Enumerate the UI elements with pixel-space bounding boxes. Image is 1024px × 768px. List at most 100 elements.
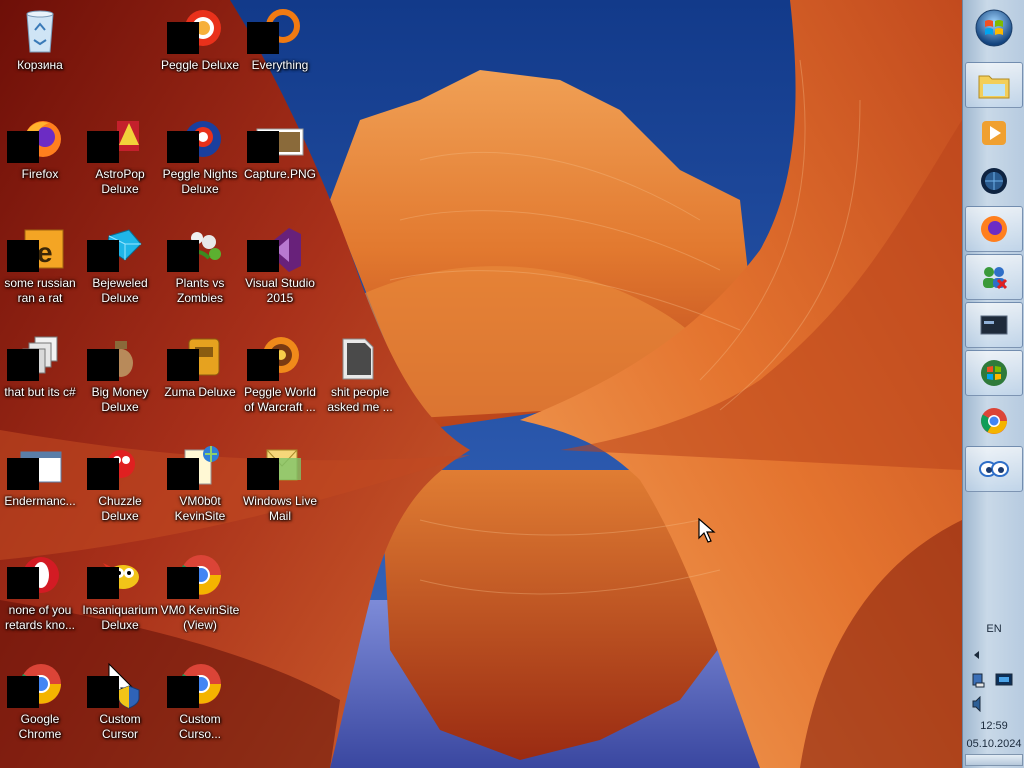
desktop-icon[interactable]: VM0 KevinSite (View) [160,545,240,651]
chuzzle-icon [87,442,145,492]
network-icon[interactable] [971,672,987,688]
desktop-icon[interactable]: Plants vs Zombies [160,218,240,324]
chrome-icon [979,406,1009,436]
desktop-icon[interactable]: Endermanc... [0,436,80,542]
window-icon [7,442,65,492]
desktop-icon[interactable]: Insaniquarium Deluxe [80,545,160,651]
redaction-box [167,22,199,54]
desktop-icon[interactable]: Peggle Deluxe [160,0,240,106]
desktop-icon-label: Plants vs Zombies [175,276,225,305]
desktop-icon[interactable]: Chuzzle Deluxe [80,436,160,542]
desktop-icon[interactable]: Visual Studio 2015 [240,218,320,324]
desktop-icon[interactable]: Windows Live Mail [240,436,320,542]
redaction-box [247,349,279,381]
desktop-icon[interactable]: Корзина [0,0,80,106]
peggle-wow-icon [247,333,305,383]
globe-icon [979,166,1009,196]
desktop-icon-label: Capture.PNG [243,167,317,181]
redaction-box [87,131,119,163]
desktop-icon-label: shit people asked me ... [327,385,393,414]
redaction-box [167,349,199,381]
desktop-icon[interactable]: Peggle World of Warcraft ... [240,327,320,433]
media-player-icon [979,118,1009,148]
zuma-icon [167,333,225,383]
insaniquarium-icon [87,551,145,601]
chrome-icon [7,660,65,710]
eyes-icon [978,457,1010,481]
recycle-bin-icon [15,6,65,56]
clock-date[interactable]: 05.10.2024 [963,738,1024,750]
taskbar-button-globe[interactable] [965,158,1023,204]
web-document-icon [167,442,225,492]
taskbar: EN 12:59 05.10.2024 [962,0,1024,768]
desktop-icon-label: Endermanc... [4,494,76,508]
show-desktop-button[interactable] [965,754,1023,766]
redaction-box [247,22,279,54]
display-icon[interactable] [995,673,1013,687]
redaction-box [7,240,39,272]
desktop-icon-label: Chuzzle Deluxe [98,494,142,523]
peggle-nights-icon [167,115,225,165]
clock-time[interactable]: 12:59 [963,720,1024,732]
file-explorer-icon [977,70,1011,100]
desktop-icon[interactable]: Peggle Nights Deluxe [160,109,240,215]
taskbar-button-chrome[interactable] [965,398,1023,444]
redaction-box [87,240,119,272]
taskbar-button-file-explorer[interactable] [965,62,1023,108]
desktop-icon[interactable]: AstroPop Deluxe [80,109,160,215]
redaction-box [247,131,279,163]
shortcut-icon: e [7,224,65,274]
peggle-icon [167,6,225,56]
desktop-icon[interactable]: Custom Cursor [80,654,160,760]
desktop-icon-label: Google Chrome [18,712,62,741]
desktop-icon[interactable]: Google Chrome [0,654,80,760]
taskbar-button-media-player[interactable] [965,110,1023,156]
desktop-icon-label: Big Money Deluxe [91,385,149,414]
redaction-box [167,458,199,490]
redaction-box [87,458,119,490]
desktop-icon[interactable]: Bejeweled Deluxe [80,218,160,324]
console-icon [979,312,1009,338]
taskbar-button-users[interactable] [965,254,1023,300]
desktop-icon[interactable]: none of you retards kno... [0,545,80,651]
visual-studio-icon [247,224,305,274]
taskbar-button-eyes[interactable] [965,446,1023,492]
desktop-icon-label: Firefox [21,167,59,181]
desktop-icon[interactable]: Everything [240,0,320,106]
taskbar-button-firefox[interactable] [965,206,1023,252]
redaction-box [7,131,39,163]
desktop-icon[interactable]: e some russian ran a rat [0,218,80,324]
language-indicator[interactable]: EN [963,623,1024,635]
show-hidden-icons-icon[interactable] [973,650,981,660]
desktop-icon-label: Peggle Nights Deluxe [162,167,238,196]
desktop-icon-label: VM0b0t KevinSite [174,494,226,523]
redaction-box [167,567,199,599]
redaction-box [87,567,119,599]
windows-logo-icon [979,358,1009,388]
astropop-icon [87,115,145,165]
bejeweled-icon [87,224,145,274]
desktop-icon[interactable]: Zuma Deluxe [160,327,240,433]
speaker-icon[interactable] [971,696,985,712]
cursor-shield-icon [87,660,145,710]
desktop-icon[interactable]: Big Money Deluxe [80,327,160,433]
desktop-icon[interactable]: shit people asked me ... [320,327,400,433]
desktop-icon[interactable]: Capture.PNG [240,109,320,215]
desktop-icon-label: Zuma Deluxe [164,385,236,399]
desktop-icon[interactable]: Custom Curso... [160,654,240,760]
desktop-icon-label: AstroPop Deluxe [95,167,145,196]
desktop-icon[interactable]: Firefox [0,109,80,215]
desktop-icon[interactable]: that but its c# [0,327,80,433]
taskbar-button-console[interactable] [965,302,1023,348]
start-button[interactable] [974,8,1014,48]
desktop-icon-label: that but its c# [4,385,76,399]
firefox-icon [7,115,65,165]
windows-orb-icon [975,9,1013,47]
desktop-icon-label: Bejeweled Deluxe [92,276,148,305]
redaction-box [167,131,199,163]
plants-vs-zombies-icon [167,224,225,274]
desktop-icon[interactable]: VM0b0t KevinSite [160,436,240,542]
desktop-icon-label: Windows Live Mail [242,494,318,523]
redaction-box [7,458,39,490]
taskbar-button-windows-logo[interactable] [965,350,1023,396]
